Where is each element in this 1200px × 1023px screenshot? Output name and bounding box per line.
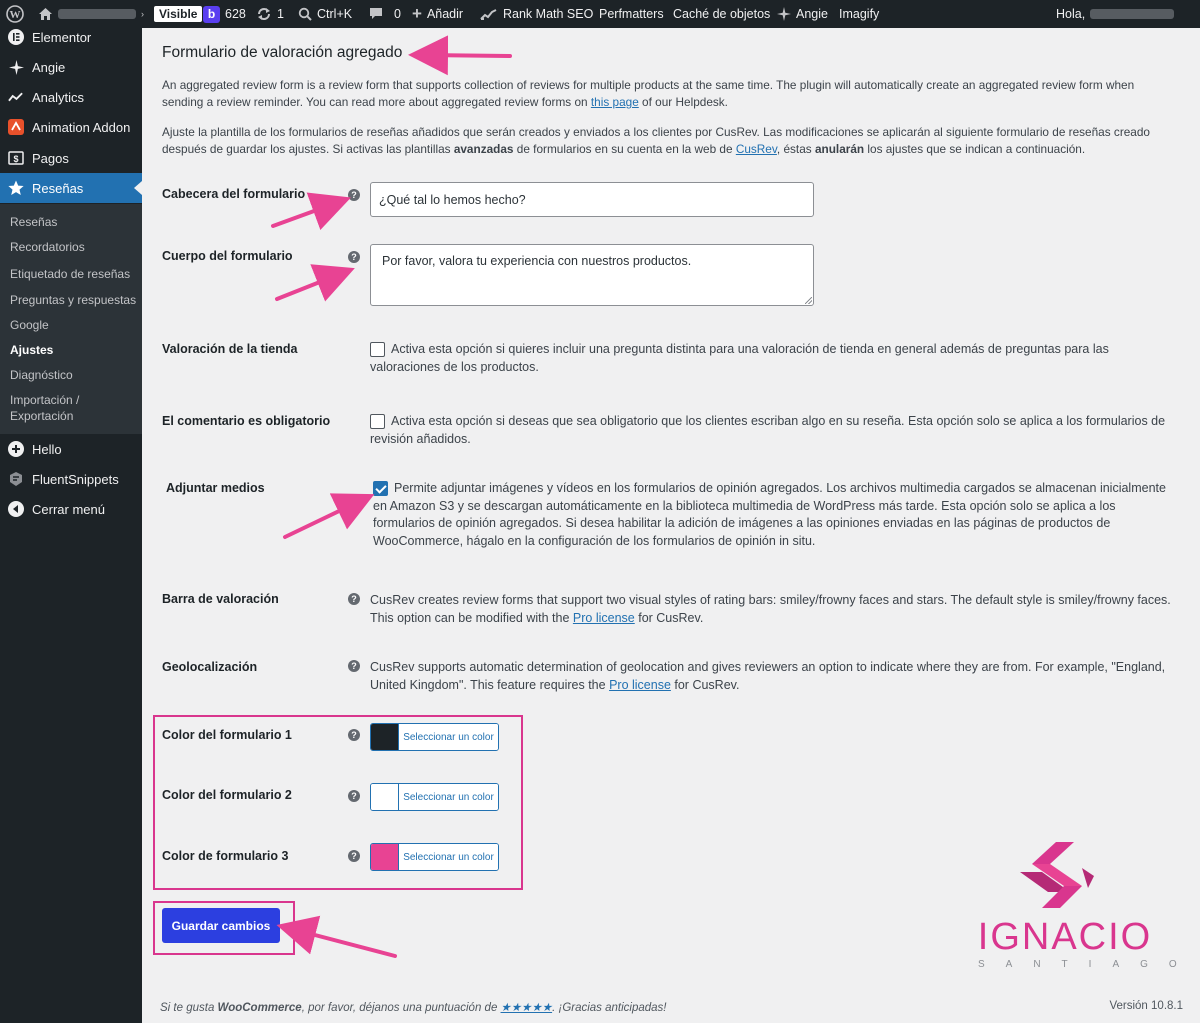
arrow-to-title (408, 35, 512, 76)
blurred-site-name (58, 9, 136, 19)
object-cache-link[interactable]: Caché de objetos (673, 0, 770, 28)
b-counter[interactable]: b 628 (203, 0, 246, 28)
annotation-arrows (271, 35, 512, 958)
account-menu[interactable]: Hola, (1056, 0, 1175, 28)
rank-math-icon (480, 8, 498, 20)
svg-text:W: W (10, 9, 21, 21)
site-name-link[interactable]: › (38, 0, 144, 28)
visibility-badge[interactable]: Visible (154, 0, 203, 28)
admin-bar: W › Visible b 628 1 Ctrl+K 0 + Añadir Ra… (0, 0, 1200, 28)
arrow-to-save (276, 915, 397, 958)
comment-icon (369, 7, 383, 21)
rank-math-link[interactable]: Rank Math SEO (480, 0, 593, 28)
sparkle-icon (777, 7, 791, 21)
arrow-to-header (271, 192, 352, 231)
refresh-icon (256, 7, 272, 21)
perfmatters-link[interactable]: Perfmatters (599, 0, 664, 28)
imagify-link[interactable]: Imagify (839, 0, 879, 28)
command-palette-link[interactable]: Ctrl+K (298, 0, 352, 28)
wordpress-logo-icon[interactable]: W (6, 0, 24, 28)
updates-link[interactable]: 1 (256, 0, 284, 28)
search-icon (298, 7, 312, 21)
add-new-link[interactable]: + Añadir (412, 0, 463, 28)
home-icon (38, 7, 53, 21)
chevron-right-icon: › (141, 9, 144, 19)
plus-icon: + (412, 4, 422, 23)
b-logo-icon: b (203, 5, 220, 23)
comments-link[interactable]: 0 (369, 0, 401, 28)
blurred-user-name (1090, 9, 1175, 19)
arrow-to-media-checkbox (283, 493, 375, 539)
angie-link[interactable]: Angie (777, 0, 828, 28)
arrow-to-body (275, 264, 355, 302)
